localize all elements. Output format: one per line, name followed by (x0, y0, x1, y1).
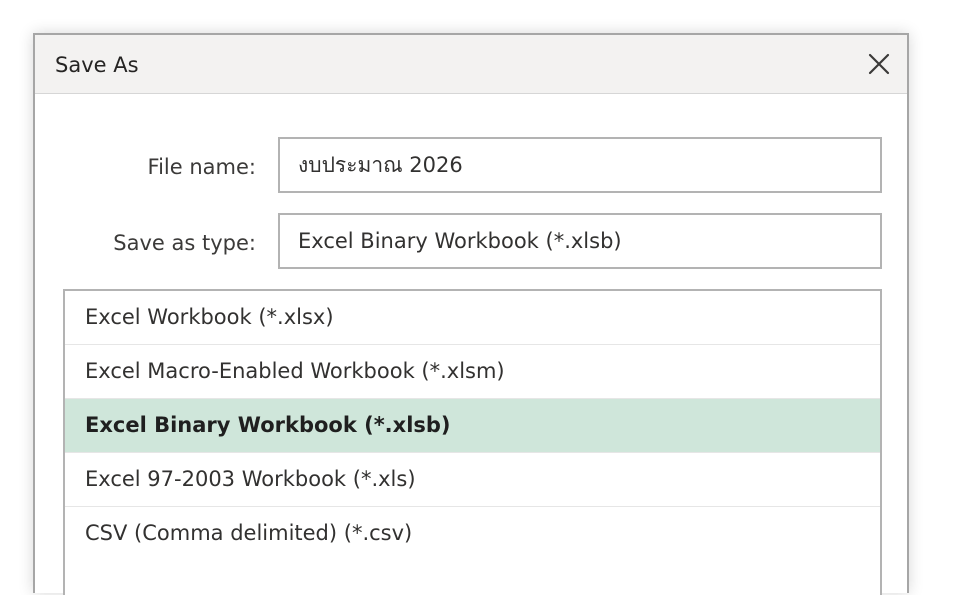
dialog-title: Save As (55, 53, 139, 77)
save-as-type-select[interactable]: Excel Binary Workbook (*.xlsb) (278, 213, 882, 269)
list-item-xls[interactable]: Excel 97-2003 Workbook (*.xls) (65, 453, 880, 507)
list-item-xlsx[interactable]: Excel Workbook (*.xlsx) (65, 291, 880, 345)
save-as-dialog: Save As File name: งบประมาณ 2026 Save as… (33, 33, 909, 595)
list-item-label: CSV (Comma delimited) (*.csv) (85, 521, 413, 545)
list-item-csv[interactable]: CSV (Comma delimited) (*.csv) (65, 507, 880, 561)
file-name-input[interactable]: งบประมาณ 2026 (278, 137, 882, 193)
list-item-label: Excel Macro-Enabled Workbook (*.xlsm) (85, 359, 505, 383)
list-item-label: Excel 97-2003 Workbook (*.xls) (85, 467, 416, 491)
list-item-label: Excel Workbook (*.xlsx) (85, 305, 334, 329)
file-type-list: Excel Workbook (*.xlsx) Excel Macro-Enab… (63, 289, 882, 595)
save-as-type-label: Save as type: (113, 231, 256, 255)
file-name-value: งบประมาณ 2026 (298, 153, 463, 177)
save-as-type-value: Excel Binary Workbook (*.xlsb) (298, 229, 622, 253)
list-item-xlsb-selected[interactable]: Excel Binary Workbook (*.xlsb) (65, 399, 880, 453)
list-item-xlsm[interactable]: Excel Macro-Enabled Workbook (*.xlsm) (65, 345, 880, 399)
close-icon (868, 53, 890, 75)
close-button[interactable] (863, 48, 895, 80)
dialog-title-bar: Save As (35, 35, 907, 94)
file-name-label: File name: (147, 155, 256, 179)
list-item-label: Excel Binary Workbook (*.xlsb) (85, 413, 451, 437)
